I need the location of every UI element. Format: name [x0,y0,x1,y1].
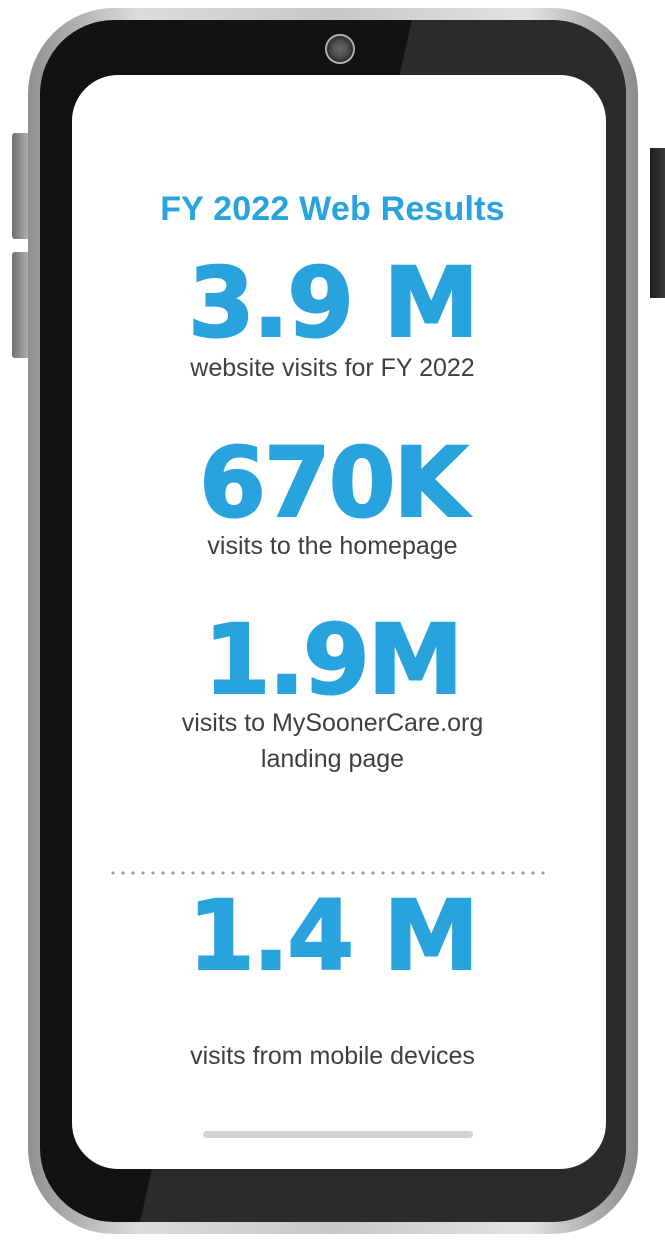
stat-website-visits-value: 3.9 M [187,247,480,359]
home-indicator[interactable] [203,1131,473,1138]
page-title: FY 2022 Web Results [160,190,505,228]
stat-landing-page-label-line1: visits to MySoonerCare.org [181,709,484,737]
stat-homepage-visits-label: visits to the homepage [207,532,458,560]
front-camera-icon [325,34,355,64]
dotted-divider [108,870,548,876]
stat-landing-page-visits-label: visits to MySoonerCare.org landing page [0,705,665,777]
stat-landing-page-label-line2: landing page [260,745,405,773]
stat-website-visits-label: website visits for FY 2022 [190,354,475,382]
stat-mobile-visits-value: 1.4 M [187,880,480,992]
stat-homepage-visits-value: 670K [198,427,469,539]
stat-mobile-visits-label: visits from mobile devices [190,1042,475,1070]
stat-landing-page-visits-value: 1.9M [203,604,465,716]
